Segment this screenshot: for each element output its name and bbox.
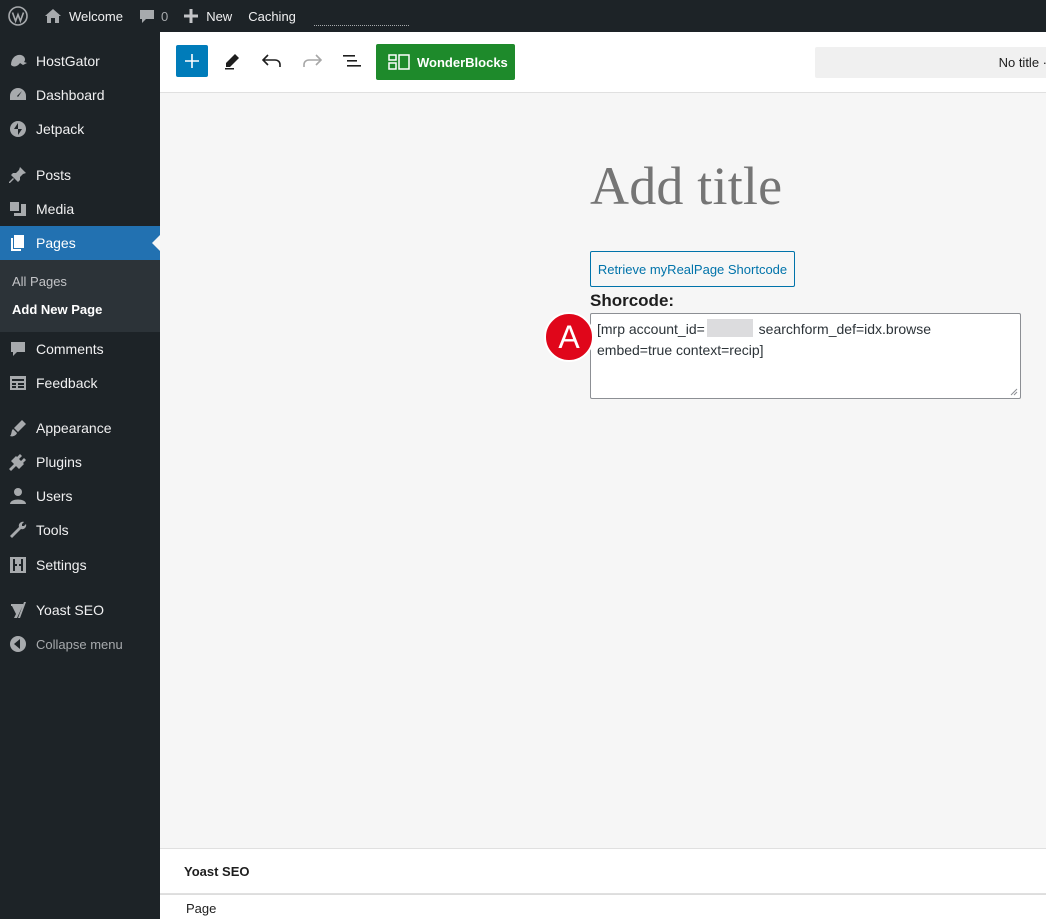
shortcode-text-part1: [mrp account_id= xyxy=(597,321,705,337)
shortcode-text-part2: searchform_def=idx.browse xyxy=(754,321,932,337)
new-content-link[interactable]: New xyxy=(176,0,240,32)
add-block-button[interactable] xyxy=(176,45,208,77)
redo-icon xyxy=(303,54,322,67)
admin-sidebar: HostGator Dashboard Jetpack Posts Media … xyxy=(0,32,160,919)
sidebar-item-label: Pages xyxy=(36,235,76,251)
shortcode-label: Shorcode: xyxy=(590,291,675,310)
collapse-menu-button[interactable]: Collapse menu xyxy=(0,627,160,661)
media-icon xyxy=(0,199,36,219)
site-name-label: Welcome xyxy=(69,8,123,24)
submenu-all-pages[interactable]: All Pages xyxy=(12,274,67,289)
editor-toolbar: WonderBlocks No title · xyxy=(160,32,1046,93)
admin-bar: Welcome 0 New Caching xyxy=(0,0,1046,32)
caching-label: Caching xyxy=(248,8,296,24)
yoast-seo-metabox[interactable]: Yoast SEO xyxy=(160,848,1046,894)
sidebar-item-label: Plugins xyxy=(36,454,82,470)
undo-icon xyxy=(262,54,281,67)
plus-icon xyxy=(185,54,199,68)
sidebar-item-appearance[interactable]: Appearance xyxy=(0,411,160,445)
new-label: New xyxy=(206,8,233,24)
post-title-input[interactable]: Add title xyxy=(590,155,782,217)
shortcode-text-line2: embed=true context=recip] xyxy=(597,342,764,358)
jetpack-icon xyxy=(0,119,36,139)
user-icon xyxy=(0,486,36,506)
breadcrumb[interactable]: Page xyxy=(186,901,216,916)
sidebar-item-label: Media xyxy=(36,201,75,217)
document-title-bar[interactable]: No title · xyxy=(815,47,1046,78)
wordpress-logo-icon[interactable] xyxy=(0,0,36,32)
pencil-icon xyxy=(225,54,239,70)
sidebar-item-feedback[interactable]: Feedback xyxy=(0,366,160,400)
editor-footer: Page xyxy=(160,894,1046,919)
redo-button[interactable] xyxy=(296,45,328,77)
sidebar-item-hostgator[interactable]: HostGator xyxy=(0,44,160,78)
sidebar-item-plugins[interactable]: Plugins xyxy=(0,445,160,479)
sidebar-item-users[interactable]: Users xyxy=(0,479,160,513)
document-overview-button[interactable] xyxy=(336,45,368,77)
wonderblocks-icon xyxy=(388,54,410,70)
collapse-arrow-icon xyxy=(0,635,36,653)
sidebar-item-label: Posts xyxy=(36,167,72,183)
brush-icon xyxy=(0,418,36,438)
redacted-account-id xyxy=(706,319,753,337)
comments-count: 0 xyxy=(160,8,169,24)
sidebar-item-label: HostGator xyxy=(36,53,100,69)
sidebar-item-comments[interactable]: Comments xyxy=(0,332,160,366)
sidebar-item-media[interactable]: Media xyxy=(0,192,160,226)
sidebar-item-posts[interactable]: Posts xyxy=(0,158,160,192)
list-view-icon xyxy=(343,55,361,67)
yoast-icon xyxy=(0,600,36,620)
plug-icon xyxy=(0,452,36,472)
sidebar-item-label: Dashboard xyxy=(36,87,105,103)
sidebar-item-label: Yoast SEO xyxy=(36,602,104,618)
retrieve-shortcode-button[interactable]: Retrieve myRealPage Shortcode xyxy=(590,251,795,287)
sidebar-item-tools[interactable]: Tools xyxy=(0,513,160,547)
sidebar-item-label: Feedback xyxy=(36,375,98,391)
sidebar-item-label: Appearance xyxy=(36,420,112,436)
collapse-menu-label: Collapse menu xyxy=(36,636,123,652)
yoast-seo-metabox-title: Yoast SEO xyxy=(184,864,250,879)
undo-button[interactable] xyxy=(256,45,288,77)
home-icon xyxy=(45,9,61,23)
pages-submenu: All Pages Add New Page xyxy=(0,260,160,332)
tools-button[interactable] xyxy=(216,45,248,77)
sidebar-item-label: Comments xyxy=(36,341,104,357)
sidebar-item-dashboard[interactable]: Dashboard xyxy=(0,78,160,112)
sidebar-item-jetpack[interactable]: Jetpack xyxy=(0,112,160,146)
sidebar-item-label: Settings xyxy=(36,557,87,573)
submenu-add-new-page[interactable]: Add New Page xyxy=(12,302,102,317)
admin-bar-divider xyxy=(313,24,409,26)
sidebar-item-pages[interactable]: Pages xyxy=(0,226,160,260)
sidebar-item-settings[interactable]: Settings xyxy=(0,548,160,582)
comment-icon xyxy=(0,339,36,359)
editor-canvas: Add title Retrieve myRealPage Shortcode … xyxy=(160,93,1046,848)
caching-link[interactable]: Caching xyxy=(240,0,304,32)
pin-icon xyxy=(0,165,36,185)
feedback-icon xyxy=(0,373,36,393)
sidebar-item-label: Users xyxy=(36,488,73,504)
sidebar-item-yoast-seo[interactable]: Yoast SEO xyxy=(0,593,160,627)
settings-icon xyxy=(0,555,36,575)
sidebar-item-label: Jetpack xyxy=(36,121,85,137)
wonderblocks-button[interactable]: WonderBlocks xyxy=(376,44,515,80)
comments-link[interactable]: 0 xyxy=(131,0,176,32)
shortcode-textarea[interactable]: [mrp account_id= searchform_def=idx.brow… xyxy=(590,313,1021,399)
hostgator-icon xyxy=(0,51,36,71)
document-title: No title · xyxy=(998,55,1046,70)
resize-handle-icon[interactable] xyxy=(1010,388,1018,396)
wonderblocks-label: WonderBlocks xyxy=(417,54,508,70)
comment-icon xyxy=(139,10,154,23)
sidebar-item-label: Tools xyxy=(36,522,69,538)
plus-icon xyxy=(184,9,199,23)
dashboard-icon xyxy=(0,85,36,105)
wrench-icon xyxy=(0,520,36,540)
annotation-badge: A xyxy=(544,312,594,362)
pages-icon xyxy=(0,233,36,253)
site-name-link[interactable]: Welcome xyxy=(36,0,131,32)
